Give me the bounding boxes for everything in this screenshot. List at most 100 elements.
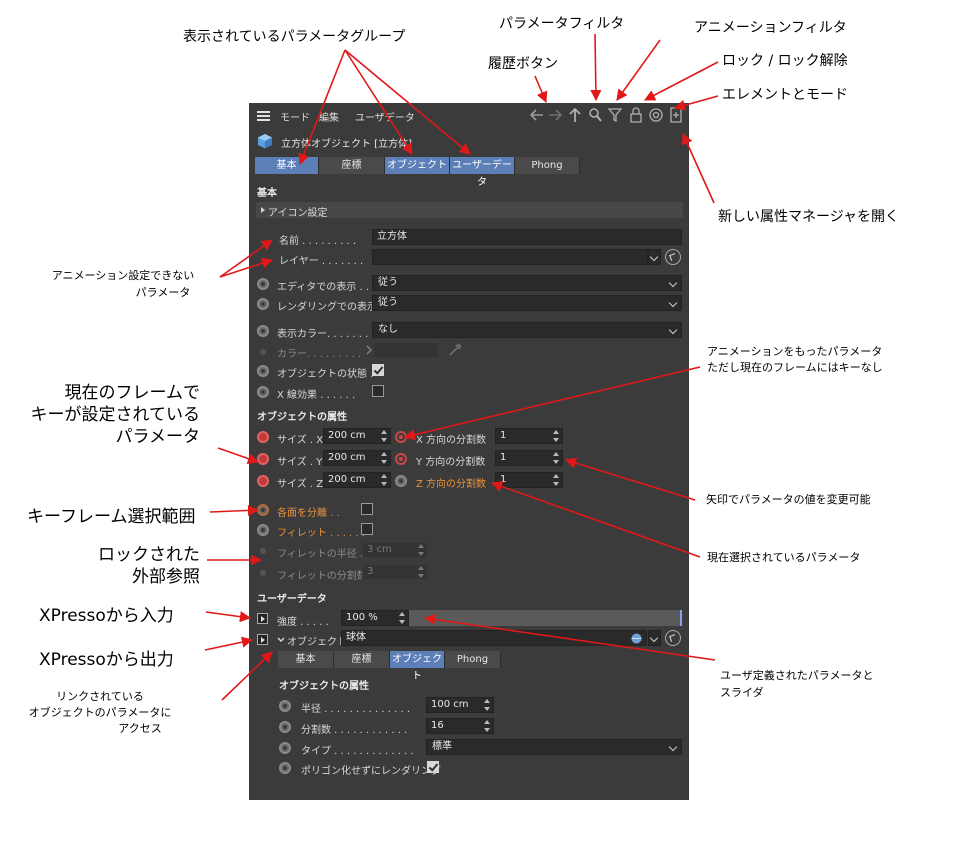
anim-dot-display-color[interactable] — [257, 325, 269, 337]
radius-value: 100 cm — [431, 699, 469, 710]
size-x-input[interactable]: 200 cm — [323, 428, 391, 444]
strength-slider[interactable] — [409, 610, 682, 626]
type-value: 標準 — [432, 741, 452, 752]
seg-x-input[interactable]: 1 — [495, 428, 563, 444]
object-state-label: オブジェクトの状態 . — [277, 369, 374, 380]
icon-settings-label: アイコン設定 — [268, 208, 328, 219]
layer-pick-icon[interactable] — [665, 249, 681, 265]
annot-animated-2: ただし現在のフレームにはキーなし — [707, 361, 883, 374]
fillet-sub-value: 3 — [367, 566, 374, 577]
mode-target-icon[interactable] — [647, 106, 665, 124]
color-swatch — [373, 342, 439, 358]
name-input[interactable]: 立方体 — [372, 229, 682, 245]
annot-keyed-3: パラメータ — [115, 427, 201, 447]
annot-user-defined-2: スライダ — [720, 686, 764, 699]
back-arrow-icon[interactable] — [528, 106, 546, 124]
anim-dot-segments[interactable] — [279, 721, 291, 733]
render-vis-value: 従う — [378, 297, 398, 308]
object-link-label: オブジェクト — [287, 637, 347, 648]
search-icon[interactable] — [586, 106, 604, 124]
separate-label: 各面を分離 . . — [277, 508, 340, 519]
size-y-input[interactable]: 200 cm — [323, 450, 391, 466]
attribute-manager: モード 編集 ユーザデータ 立方体オブジェクト [立方体] 基本 座標 オブジェ… — [249, 103, 689, 800]
new-manager-icon[interactable] — [667, 106, 685, 124]
strength-input[interactable]: 100 % — [341, 610, 409, 626]
anim-dot-size-x[interactable] — [257, 431, 269, 443]
display-color-select[interactable]: なし — [372, 322, 682, 338]
annot-arrows-change: 矢印でパラメータの値を変更可能 — [706, 493, 871, 506]
subtab-basic[interactable]: 基本 — [278, 651, 334, 668]
tab-phong[interactable]: Phong — [515, 157, 580, 174]
arrow-xp-in — [205, 611, 252, 623]
xpresso-in-icon[interactable] — [257, 613, 268, 624]
linked-tabs: 基本 座標 オブジェクト Phong — [278, 651, 501, 682]
layer-dropdown[interactable] — [648, 249, 661, 265]
tab-userdata[interactable]: ユーザーデータ — [450, 157, 515, 188]
subtab-phong[interactable]: Phong — [445, 651, 501, 668]
separate-checkbox[interactable] — [361, 503, 373, 515]
menu-userdata[interactable]: ユーザデータ — [355, 109, 415, 124]
object-title: 立方体オブジェクト [立方体] — [281, 139, 412, 150]
anim-dot-xray[interactable] — [257, 386, 269, 398]
seg-y-input[interactable]: 1 — [495, 450, 563, 466]
anim-dot-fillet[interactable] — [257, 524, 269, 536]
display-color-label: 表示カラー. . . . . . . — [277, 329, 369, 340]
up-arrow-icon[interactable] — [566, 106, 584, 124]
anim-dot-render-perfect[interactable] — [279, 762, 291, 774]
lock-icon[interactable] — [627, 106, 645, 124]
xray-label: X 線効果 . . . . . . — [277, 390, 356, 401]
arrow-history — [534, 75, 548, 104]
seg-y-value: 1 — [500, 452, 507, 463]
tab-coord[interactable]: 座標 — [319, 157, 385, 174]
object-link-input[interactable]: 球体 — [341, 630, 647, 646]
annot-keyframe-selection: キーフレーム選択範囲 — [27, 507, 196, 527]
annot-new-manager: 新しい属性マネージャを開く — [718, 209, 900, 225]
display-color-value: なし — [378, 324, 398, 335]
object-state-checkbox[interactable] — [372, 364, 384, 376]
anim-dot-seg-y[interactable] — [395, 453, 407, 465]
forward-arrow-icon[interactable] — [546, 106, 564, 124]
xray-checkbox[interactable] — [372, 385, 384, 397]
subtab-coord[interactable]: 座標 — [334, 651, 390, 668]
render-vis-select[interactable]: 従う — [372, 295, 682, 311]
seg-z-input[interactable]: 1 — [495, 472, 563, 488]
annot-linked-2: オブジェクトのパラメータに — [28, 706, 172, 719]
menu-mode[interactable]: モード — [280, 109, 310, 124]
tab-object[interactable]: オブジェクト — [385, 157, 450, 174]
filter-icon[interactable] — [606, 106, 624, 124]
render-perfect-checkbox[interactable] — [427, 761, 439, 773]
size-y-label: サイズ . Y — [277, 457, 323, 468]
anim-dot-size-y[interactable] — [257, 453, 269, 465]
tab-basic[interactable]: 基本 — [255, 157, 319, 174]
subtab-object[interactable]: オブジェクト — [390, 651, 445, 682]
layer-input[interactable] — [372, 249, 648, 265]
size-z-input[interactable]: 200 cm — [323, 472, 391, 488]
radius-input[interactable]: 100 cm — [426, 697, 494, 713]
chevron-down-icon[interactable] — [276, 635, 286, 645]
anim-dot-seg-z[interactable] — [395, 475, 407, 487]
segments-input[interactable]: 16 — [426, 718, 494, 734]
fillet-radius-label: フィレットの半径 . — [277, 549, 364, 560]
object-link-dropdown[interactable] — [648, 630, 661, 646]
xpresso-out-icon[interactable] — [257, 634, 268, 645]
hamburger-menu-icon[interactable] — [257, 111, 270, 121]
editor-vis-value: 従う — [378, 277, 398, 288]
size-z-label: サイズ . Z — [277, 479, 324, 490]
menu-edit[interactable]: 編集 — [319, 109, 339, 124]
fillet-checkbox[interactable] — [361, 523, 373, 535]
anim-dot-object-state[interactable] — [257, 365, 269, 377]
anim-dot-type[interactable] — [279, 742, 291, 754]
radius-label: 半径 . . . . . . . . . . . . . . — [301, 704, 411, 715]
anim-dot-separate[interactable] — [257, 504, 269, 516]
editor-vis-select[interactable]: 従う — [372, 275, 682, 291]
anim-dot-size-z[interactable] — [257, 475, 269, 487]
annot-element-mode: エレメントとモード — [722, 87, 848, 103]
sphere-icon — [631, 633, 642, 644]
object-pick-icon[interactable] — [665, 630, 681, 646]
type-select[interactable]: 標準 — [426, 739, 682, 755]
icon-settings-group[interactable]: アイコン設定 — [256, 202, 683, 219]
anim-dot-radius[interactable] — [279, 700, 291, 712]
arrow-param-filter — [590, 33, 602, 102]
eyedropper-icon — [449, 343, 462, 356]
anim-dot-seg-x[interactable] — [395, 431, 407, 443]
